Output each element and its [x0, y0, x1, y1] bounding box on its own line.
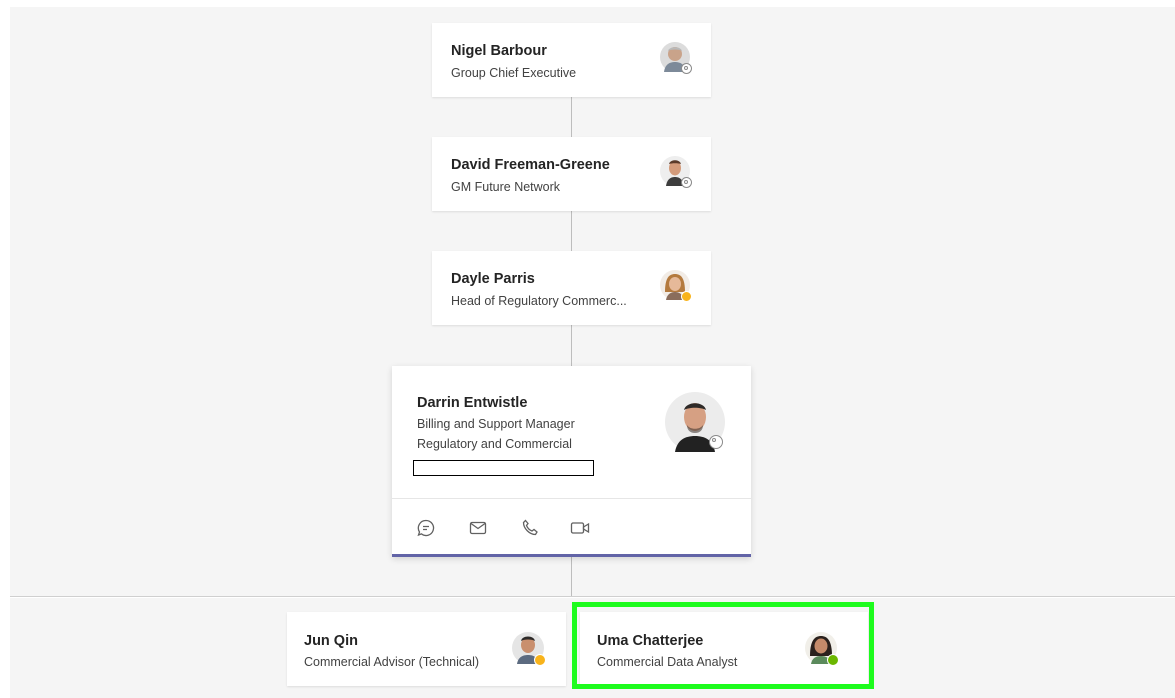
presence-offline-icon	[681, 177, 692, 188]
chat-icon[interactable]	[414, 516, 438, 540]
person-title: Commercial Advisor (Technical)	[304, 655, 480, 669]
person-title: Billing and Support Manager	[417, 417, 575, 431]
person-title: GM Future Network	[451, 180, 561, 194]
avatar[interactable]	[660, 156, 692, 188]
person-card-jun-qin[interactable]: Jun Qin Commercial Advisor (Technical)	[287, 612, 566, 686]
person-title: Head of Regulatory Commerc...	[451, 294, 627, 308]
person-name: Jun Qin	[304, 633, 358, 649]
person-title: Group Chief Executive	[451, 66, 577, 80]
presence-offline-icon	[681, 63, 692, 74]
connector-line	[571, 97, 572, 137]
contact-actions-bar	[392, 498, 751, 557]
presence-offline-icon	[709, 435, 723, 449]
avatar[interactable]	[660, 42, 692, 74]
person-card-david-freeman-greene[interactable]: David Freeman-Greene GM Future Network	[432, 137, 711, 211]
avatar-large[interactable]	[665, 392, 725, 452]
connector-line	[571, 325, 572, 366]
person-name: Dayle Parris	[451, 271, 535, 287]
person-name: Darrin Entwistle	[417, 395, 528, 411]
avatar[interactable]	[660, 270, 692, 302]
connector-line	[571, 211, 572, 251]
section-divider	[10, 596, 1175, 597]
active-card-indicator	[392, 554, 751, 557]
presence-away-icon	[534, 654, 546, 666]
person-department: Regulatory and Commercial	[417, 437, 572, 451]
connector-line	[571, 557, 572, 596]
mail-icon[interactable]	[466, 516, 490, 540]
person-name: Nigel Barbour	[451, 43, 547, 59]
person-card-nigel-barbour[interactable]: Nigel Barbour Group Chief Executive	[432, 23, 711, 97]
presence-away-icon	[681, 291, 692, 302]
phone-icon[interactable]	[518, 516, 542, 540]
selection-highlight	[572, 602, 874, 689]
avatar[interactable]	[512, 632, 546, 666]
redacted-field	[413, 460, 594, 476]
person-name: David Freeman-Greene	[451, 157, 610, 173]
video-icon[interactable]	[568, 516, 592, 540]
person-card-dayle-parris[interactable]: Dayle Parris Head of Regulatory Commerc.…	[432, 251, 711, 325]
